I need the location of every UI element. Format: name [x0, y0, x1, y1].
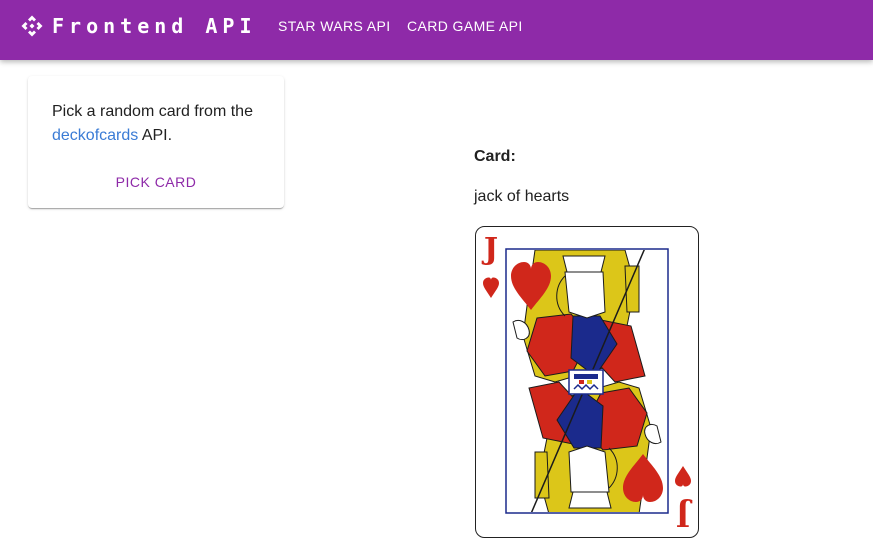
card-image: J J: [475, 226, 699, 538]
diamond-arrows-icon: [21, 15, 43, 37]
card-name: jack of hearts: [474, 188, 570, 205]
card-rank-bottom: J: [676, 497, 693, 532]
picker-description: Pick a random card from the deckofcards …: [52, 100, 272, 148]
picker-text-suffix: API.: [138, 127, 173, 144]
deckofcards-link[interactable]: deckofcards: [52, 127, 138, 144]
brand-link[interactable]: Frontend API: [20, 14, 257, 38]
app-title: Frontend API: [52, 14, 257, 38]
nav-card-game-api[interactable]: CARD GAME API: [407, 17, 523, 35]
app-bar: Frontend API STAR WARS API CARD GAME API: [0, 0, 873, 60]
picker-text-prefix: Pick a random card from the: [52, 103, 253, 120]
card-rank-top: J: [481, 232, 498, 267]
pick-card-button[interactable]: PICK CARD: [106, 172, 206, 192]
card-picker-panel: Pick a random card from the deckofcards …: [28, 76, 284, 208]
card-label: Card:: [474, 148, 516, 165]
nav-star-wars-api[interactable]: STAR WARS API: [278, 17, 391, 35]
